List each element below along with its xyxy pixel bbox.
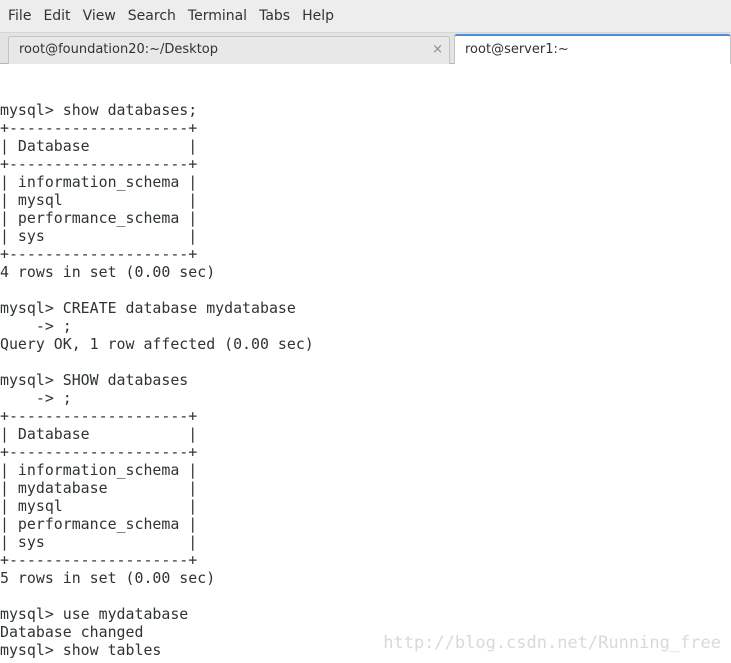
watermark: http://blog.csdn.net/Running_free: [383, 633, 721, 653]
terminal-output[interactable]: mysql> show databases; +-----------------…: [0, 101, 731, 659]
terminal-line: mysql> CREATE database mydatabase: [0, 299, 296, 317]
terminal-line: +--------------------+: [0, 443, 198, 461]
menu-terminal[interactable]: Terminal: [182, 0, 253, 33]
terminal-line: mysql> SHOW databases: [0, 371, 189, 389]
terminal-line: +--------------------+: [0, 155, 198, 173]
menu-file[interactable]: File: [2, 0, 37, 33]
terminal-line: mysql> use mydatabase: [0, 605, 189, 623]
menu-tabs[interactable]: Tabs: [253, 0, 296, 33]
terminal-line: +--------------------+: [0, 407, 198, 425]
tab-server1[interactable]: root@server1:~: [454, 34, 731, 64]
terminal-line: +--------------------+: [0, 551, 198, 569]
terminal-line: | mysql |: [0, 497, 198, 515]
terminal-line: +--------------------+: [0, 245, 198, 263]
terminal-line: +--------------------+: [0, 119, 198, 137]
terminal-line: | Database |: [0, 137, 198, 155]
terminal-line: | information_schema |: [0, 173, 198, 191]
terminal-line: | Database |: [0, 425, 198, 443]
terminal-line: | sys |: [0, 227, 198, 245]
tab-bar: root@foundation20:~/Desktop × root@serve…: [0, 33, 731, 64]
terminal-line: | mydatabase |: [0, 479, 198, 497]
terminal-line: | sys |: [0, 533, 198, 551]
menu-view[interactable]: View: [77, 0, 122, 33]
menu-help[interactable]: Help: [296, 0, 340, 33]
tab-title: root@server1:~: [465, 42, 569, 57]
menu-search[interactable]: Search: [122, 0, 182, 33]
terminal-line: | information_schema |: [0, 461, 198, 479]
terminal-line: -> ;: [0, 317, 72, 335]
tab-foundation20[interactable]: root@foundation20:~/Desktop ×: [8, 36, 450, 64]
terminal-line: -> ;: [0, 389, 72, 407]
menu-edit[interactable]: Edit: [37, 0, 76, 33]
terminal-line: mysql> show databases;: [0, 101, 198, 119]
terminal-line: | performance_schema |: [0, 515, 198, 533]
menu-bar: File Edit View Search Terminal Tabs Help: [0, 0, 731, 33]
terminal-line: | performance_schema |: [0, 209, 198, 227]
terminal-line: 4 rows in set (0.00 sec): [0, 263, 216, 281]
tab-title: root@foundation20:~/Desktop: [19, 42, 218, 57]
terminal-line: 5 rows in set (0.00 sec): [0, 569, 216, 587]
close-icon[interactable]: ×: [432, 37, 443, 63]
terminal-line: | mysql |: [0, 191, 198, 209]
terminal-line: Query OK, 1 row affected (0.00 sec): [0, 335, 314, 353]
